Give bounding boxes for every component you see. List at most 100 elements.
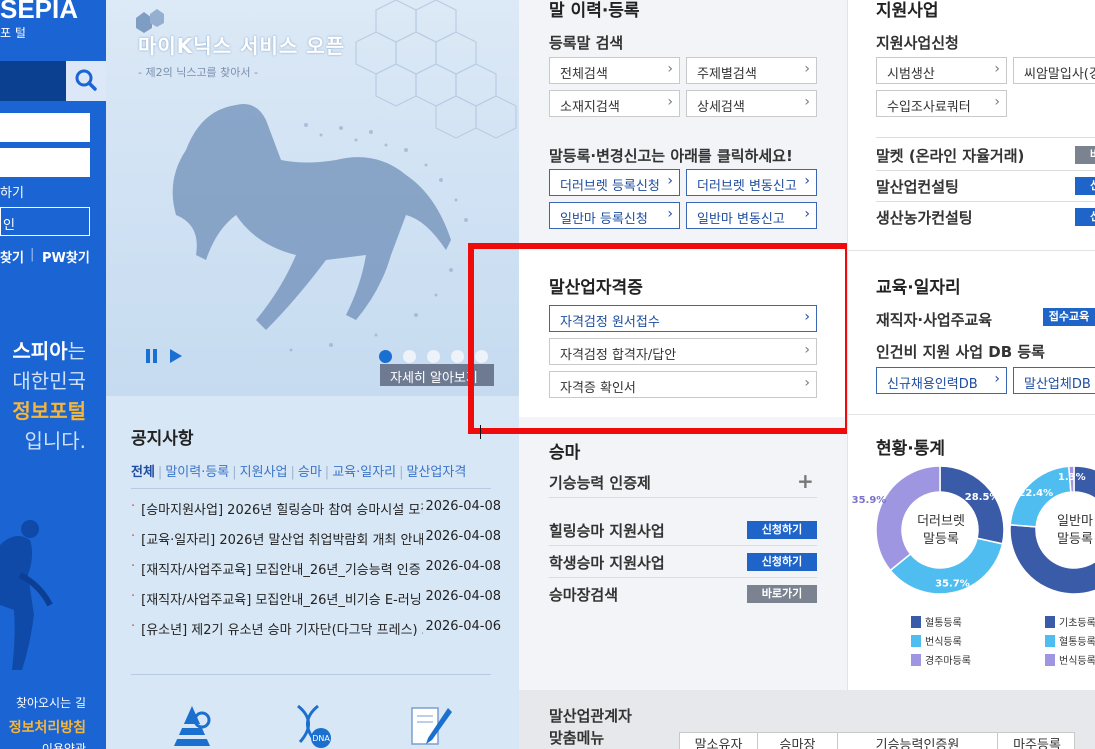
join-link[interactable]: 하기 [0, 182, 24, 201]
notice-tab[interactable]: 말산업자격 [407, 465, 467, 480]
notice-item-date: 2026-04-08 [425, 499, 501, 514]
pause-icon[interactable] [146, 349, 150, 363]
terms-link[interactable]: 이용약관 [42, 740, 86, 749]
notice-item-title: [재직자/사업주교육] 모집안내_26년_비기승 E-러닝 [141, 593, 422, 608]
support-row-tag[interactable]: 바 [1075, 146, 1095, 164]
report-button-3[interactable]: 일반마 변동신고 › [686, 202, 817, 229]
search-button-0[interactable]: 전체검색 › [549, 57, 680, 84]
notice-item-title: [재직자/사업주교육] 모집안내_26년_기승능력 인증 [141, 563, 421, 578]
support-button-2[interactable]: 수입조사료쿼터 › [876, 90, 1007, 117]
left-sidebar: SEPIA 포 털 하기 인 찾기 | PW찾기 스피아는 대한민국 정보포털 … [0, 0, 106, 749]
legend-item: 기초등록 [1045, 614, 1095, 629]
riding-item-label[interactable]: 힐링승마 지원사업 [549, 520, 665, 541]
legend-item: 혈통등록 [1045, 633, 1095, 648]
site-logo[interactable]: SEPIA [0, 0, 78, 25]
support-title: 지원사업 [876, 1, 939, 21]
button-label: 자격검정 합격자/답안 [560, 348, 677, 363]
slide-dot[interactable] [403, 350, 416, 363]
banner-artwork [136, 0, 517, 352]
privacy-link[interactable]: 정보처리방침 [9, 717, 86, 737]
notice-tab[interactable]: 교육·일자리 [332, 465, 396, 480]
bottom-title-1: 말산업관계자 [549, 707, 632, 725]
edu-button-0[interactable]: 신규채용인력DB › [876, 367, 1007, 394]
notice-tab[interactable]: 승마 [298, 465, 322, 480]
divider [549, 497, 817, 498]
notice-item[interactable]: · [재직자/사업주교육] 모집안내_26년_기승능력 인증 2026-04-08 [131, 559, 501, 579]
support-row-tag[interactable]: 신 [1075, 177, 1095, 195]
bottom-tab[interactable]: 기승능력인증원 [838, 733, 998, 749]
stats-title: 현황·통계 [876, 439, 946, 459]
support-row-label[interactable]: 생산농가컨설팅 [876, 207, 973, 228]
edu-row-2: 인건비 지원 사업 DB 등록 [876, 343, 1045, 361]
cert-item-1[interactable]: 자격검정 합격자/답안 › [549, 338, 817, 365]
button-label: 수입조사료쿼터 [887, 100, 971, 115]
legend-item: 경주마등록 [911, 652, 971, 667]
search-button-2[interactable]: 소재지검색 › [549, 90, 680, 117]
cert-item-2[interactable]: 자격증 확인서 › [549, 371, 817, 398]
support-button-0[interactable]: 시범생산 › [876, 57, 1007, 84]
legend-item: 번식등록 [911, 633, 962, 648]
riding-item-action[interactable]: 바로가기 [747, 585, 817, 603]
search-button-3[interactable]: 상세검색 › [686, 90, 817, 117]
notice-item-date: 2026-04-08 [425, 559, 501, 574]
cert-item-0[interactable]: 자격검정 원서접수 › [549, 305, 817, 332]
riding-item-label[interactable]: 학생승마 지원사업 [549, 552, 665, 573]
id-field[interactable] [0, 113, 90, 142]
find-id-link[interactable]: 찾기 [0, 247, 24, 266]
report-button-2[interactable]: 일반마 등록신청 › [549, 202, 680, 229]
notice-tab[interactable]: 전체 [131, 465, 155, 480]
notice-item[interactable]: · [유소년] 제2기 유소년 승마 기자단(다그닥 프레스) 모집 2026-04… [131, 619, 501, 639]
riding-item-action[interactable]: 신청하기 [747, 521, 817, 539]
riding-item-label[interactable]: 기승능력 인증제 [549, 472, 651, 493]
notice-item-title: [유소년] 제2기 유소년 승마 기자단(다그닥 프레스) 모집 [141, 623, 424, 638]
login-button[interactable]: 인 [0, 207, 90, 236]
donut-data-label: 35.9% [852, 495, 887, 506]
bottom-tab[interactable]: 말소유자 [680, 733, 758, 749]
plus-icon[interactable]: + [797, 469, 814, 493]
password-field[interactable] [0, 148, 90, 177]
riding-item-label[interactable]: 승마장검색 [549, 584, 618, 605]
donut-data-label: 22.4% [1018, 488, 1053, 499]
main-banner[interactable]: 마이K닉스 서비스 오픈 - 제2의 닉스고를 찾아서 - 자세히 알아보기 [106, 0, 519, 396]
report-button-1[interactable]: 더러브렛 변동신고 › [686, 169, 817, 196]
notice-item[interactable]: · [재직자/사업주교육] 모집안내_26년_비기승 E-러닝 2026-04-08 [131, 589, 501, 609]
search-button-1[interactable]: 주제별검색 › [686, 57, 817, 84]
support-button-1[interactable]: 씨암말입사(경 [1013, 57, 1095, 84]
notice-item-date: 2026-04-08 [425, 529, 501, 544]
notice-item[interactable]: · [교육·일자리] 2026년 말산업 취업박람회 개최 안내 2026-04-0… [131, 529, 501, 549]
pyramid-icon[interactable] [172, 702, 218, 749]
find-pw-link[interactable]: PW찾기 [42, 247, 90, 266]
notice-tab[interactable]: 지원사업 [240, 465, 288, 480]
edu-button-1[interactable]: 말산업체DB [1013, 367, 1095, 394]
legend-swatch [911, 654, 921, 666]
notice-item[interactable]: · [승마지원사업] 2026년 힐링승마 참여 승마시설 모집 공고2026-0… [131, 499, 501, 519]
directions-link[interactable]: 찾아오시는 길 [16, 694, 86, 711]
support-row-label[interactable]: 말켓 (온라인 자율거래) [876, 145, 1024, 166]
edu-title: 교육·일자리 [876, 278, 961, 298]
chevron-right-icon: › [804, 309, 810, 325]
bottom-tab[interactable]: 마주등록 [998, 733, 1076, 749]
legend-label: 혈통등록 [925, 618, 962, 629]
riding-item-action[interactable]: 신청하기 [747, 553, 817, 571]
notice-tab[interactable]: 말이력·등록 [165, 465, 229, 480]
edu-row-1[interactable]: 재직자·사업주교육 [876, 309, 992, 330]
dna-icon[interactable]: DNA [288, 702, 338, 749]
slide-dot[interactable] [427, 350, 440, 363]
report-button-0[interactable]: 더러브렛 등록신청 › [549, 169, 680, 196]
document-pen-icon[interactable] [408, 702, 454, 749]
divider [847, 250, 1095, 251]
play-icon[interactable] [170, 349, 182, 363]
slide-dot[interactable] [379, 350, 392, 363]
notice-item-date: 2026-04-08 [425, 589, 501, 604]
bottom-tab[interactable]: 승마장 [758, 733, 838, 749]
search-button[interactable] [66, 61, 106, 101]
bullet: · [131, 499, 136, 514]
support-row-label[interactable]: 말산업컨설팅 [876, 176, 959, 197]
search-input[interactable] [0, 61, 66, 101]
support-row-tag[interactable]: 신 [1075, 208, 1095, 226]
edu-row-1-tag[interactable]: 접수교육 [1043, 308, 1095, 326]
slide-dot[interactable] [451, 350, 464, 363]
bottom-title-2: 맞춤메뉴 [549, 729, 605, 747]
legend-swatch [1045, 616, 1055, 628]
button-label: 상세검색 [697, 100, 745, 115]
